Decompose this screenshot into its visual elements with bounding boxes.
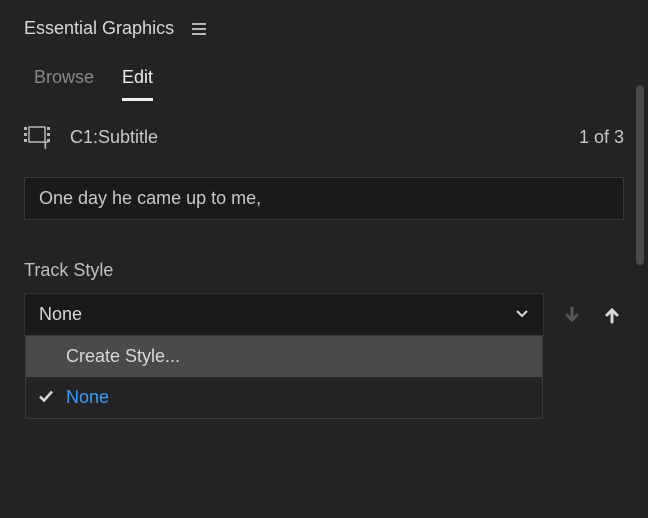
track-style-value: None — [39, 304, 82, 325]
panel-menu-icon[interactable] — [192, 23, 206, 35]
subtitle-count: 1 of 3 — [579, 127, 624, 148]
tab-browse[interactable]: Browse — [34, 67, 94, 101]
svg-text:T: T — [42, 140, 49, 149]
checkmark-icon — [38, 387, 54, 408]
caption-text-input[interactable] — [24, 177, 624, 220]
tab-edit[interactable]: Edit — [122, 67, 153, 101]
subtitle-track-icon: T — [24, 125, 54, 149]
dropdown-item-none[interactable]: None — [26, 377, 542, 418]
dropdown-item-create-style[interactable]: Create Style... — [26, 336, 542, 377]
push-down-button[interactable] — [560, 303, 584, 327]
track-style-label: Track Style — [0, 238, 648, 293]
track-style-dropdown-menu: Create Style... None — [25, 335, 543, 419]
scrollbar[interactable] — [636, 85, 644, 265]
panel-title: Essential Graphics — [24, 18, 174, 39]
subtitle-track-label: C1:Subtitle — [70, 127, 563, 148]
dropdown-item-none-label: None — [66, 387, 109, 407]
track-style-dropdown[interactable]: None Create Style... None — [24, 293, 544, 336]
chevron-down-icon — [515, 306, 529, 324]
push-up-button[interactable] — [600, 303, 624, 327]
